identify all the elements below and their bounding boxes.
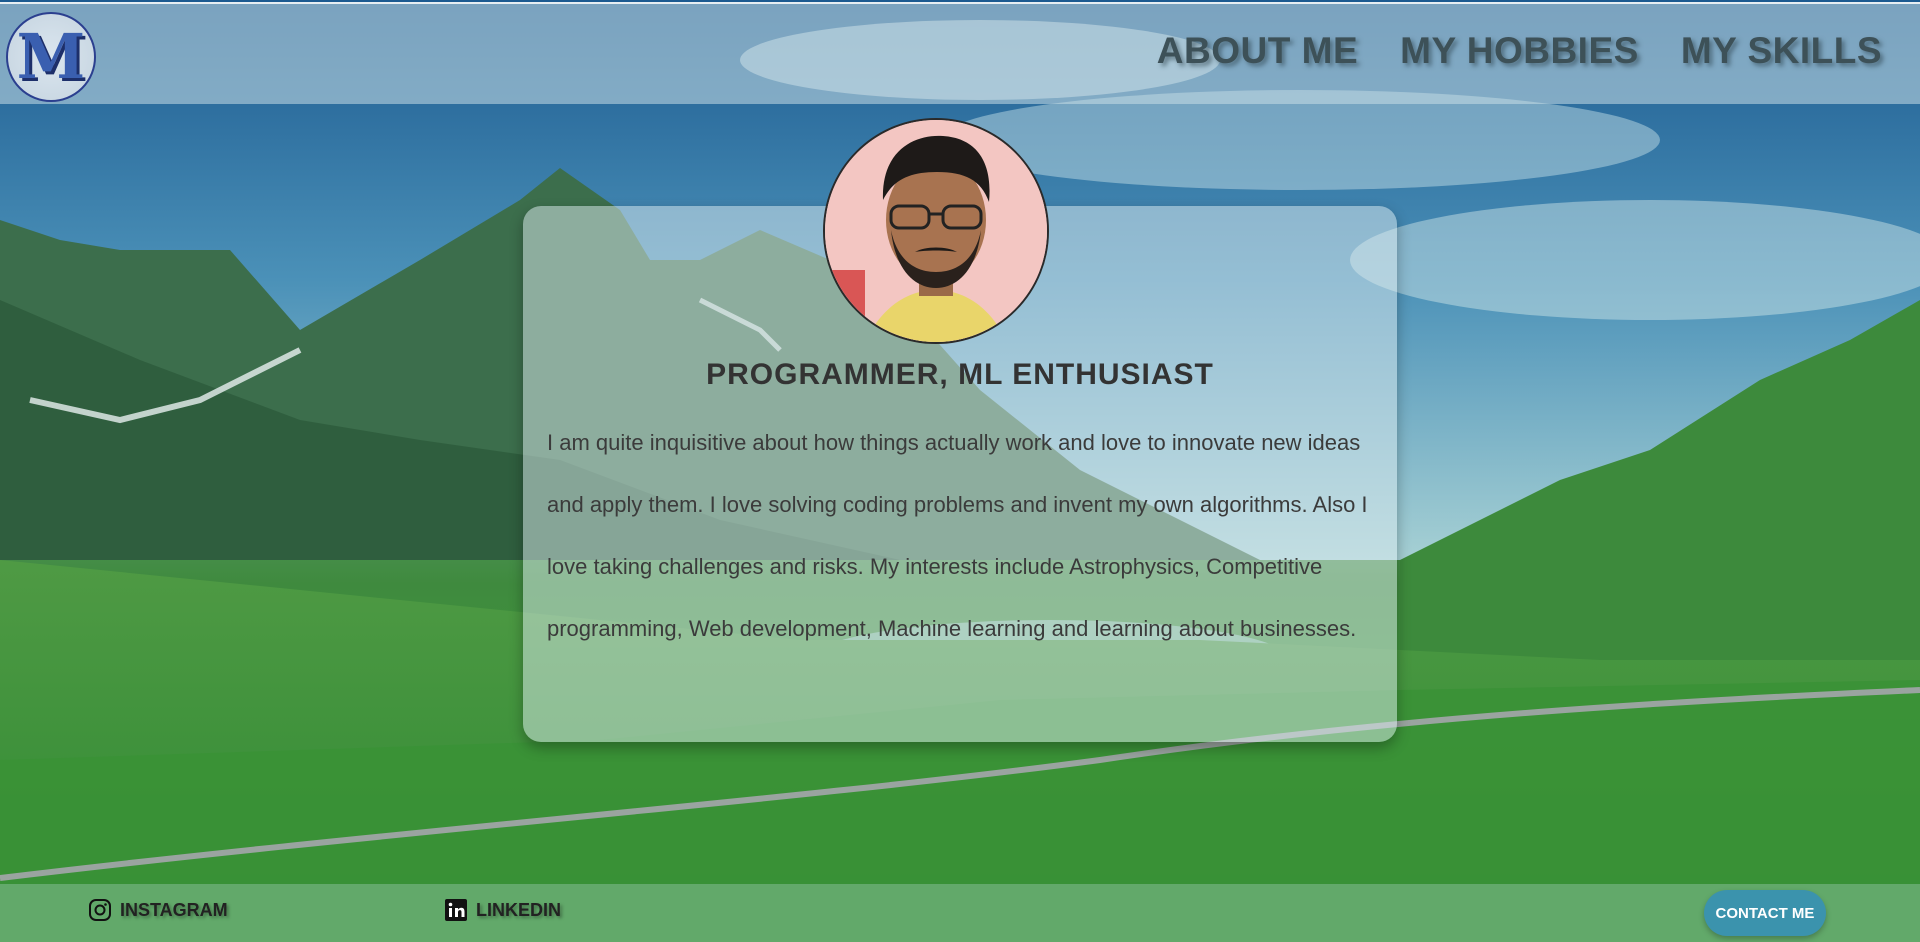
linkedin-link[interactable]: LINKEDIN <box>444 898 561 922</box>
nav-about-me[interactable]: ABOUT ME <box>1157 30 1358 72</box>
contact-me-button[interactable]: CONTACT ME <box>1704 890 1826 936</box>
avatar-portrait <box>825 120 1047 342</box>
instagram-label: INSTAGRAM <box>120 899 228 920</box>
profile-description: I am quite inquisitive about how things … <box>547 430 1368 641</box>
main-nav: ABOUT ME MY HOBBIES MY SKILLS <box>1157 30 1882 72</box>
instagram-icon <box>89 899 111 921</box>
page: M ABOUT ME MY HOBBIES MY SKILLS PROGRAMM… <box>0 0 1920 942</box>
nav-my-skills[interactable]: MY SKILLS <box>1681 30 1882 72</box>
navbar: M ABOUT ME MY HOBBIES MY SKILLS <box>0 2 1920 104</box>
nav-my-hobbies[interactable]: MY HOBBIES <box>1400 30 1639 72</box>
site-logo[interactable]: M <box>6 12 96 102</box>
linkedin-label: LINKEDIN <box>476 899 561 920</box>
profile-title: PROGRAMMER, ML ENTHUSIAST <box>706 358 1214 391</box>
logo-letter: M <box>16 20 86 93</box>
instagram-link[interactable]: INSTAGRAM <box>88 898 228 922</box>
profile-avatar <box>823 118 1049 344</box>
linkedin-icon <box>445 899 467 921</box>
footer: INSTAGRAM LINKEDIN CONTACT ME <box>0 884 1920 942</box>
